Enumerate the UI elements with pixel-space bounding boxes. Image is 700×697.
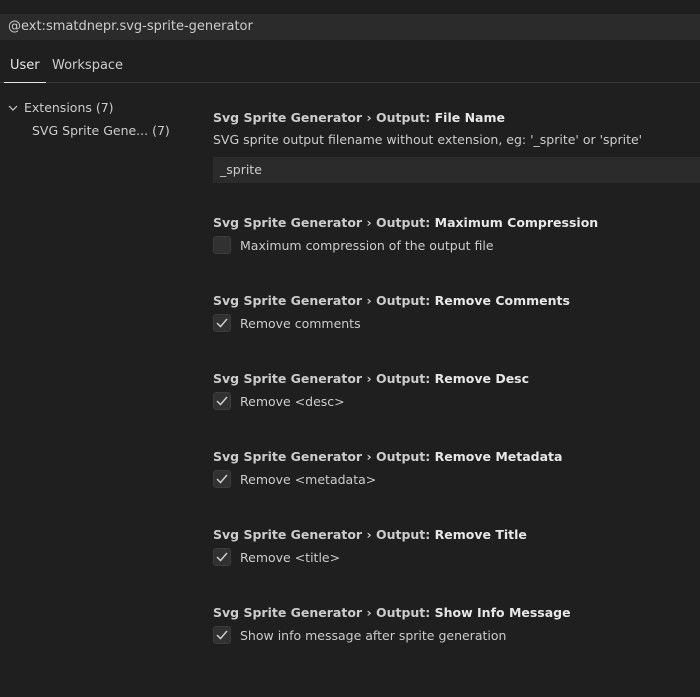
check-icon — [216, 630, 228, 640]
checkbox-label: Remove <metadata> — [240, 471, 377, 487]
setting-title: Svg Sprite Generator › Output: Remove Ti… — [213, 527, 527, 542]
chevron-down-icon — [8, 105, 18, 111]
setting-remove-metadata: Svg Sprite Generator › Output: Remove Me… — [213, 449, 700, 488]
setting-description: SVG sprite output filename without exten… — [213, 132, 643, 147]
settings-scope-tabs: User Workspace — [0, 52, 700, 83]
setting-title: Svg Sprite Generator › Output: Remove Me… — [213, 449, 563, 464]
toc-svg-sprite-generator[interactable]: SVG Sprite Gene... (7) — [32, 123, 170, 138]
remove-metadata-checkbox[interactable] — [213, 470, 231, 488]
checkbox-label: Remove comments — [240, 315, 361, 331]
setting-remove-desc: Svg Sprite Generator › Output: Remove De… — [213, 371, 700, 410]
checkbox-label: Remove <title> — [240, 549, 341, 565]
toc-extensions-group[interactable]: Extensions (7) — [8, 100, 114, 115]
remove-comments-checkbox[interactable] — [213, 314, 231, 332]
checkbox-label: Remove <desc> — [240, 393, 345, 409]
settings-search-bar[interactable] — [0, 14, 700, 40]
check-icon — [216, 318, 228, 328]
toc-extensions-label: Extensions (7) — [24, 100, 114, 115]
setting-title: Svg Sprite Generator › Output: Show Info… — [213, 605, 571, 620]
setting-remove-title: Svg Sprite Generator › Output: Remove Ti… — [213, 527, 700, 566]
remove-title-checkbox[interactable] — [213, 548, 231, 566]
setting-remove-comments: Svg Sprite Generator › Output: Remove Co… — [213, 293, 700, 332]
tab-user[interactable]: User — [4, 52, 46, 83]
tab-workspace[interactable]: Workspace — [52, 52, 123, 82]
setting-title: Svg Sprite Generator › Output: File Name — [213, 110, 505, 125]
checkbox-label: Maximum compression of the output file — [240, 237, 494, 253]
setting-maximum-compression: Svg Sprite Generator › Output: Maximum C… — [213, 215, 700, 254]
setting-title: Svg Sprite Generator › Output: Remove De… — [213, 371, 530, 386]
check-icon — [216, 552, 228, 562]
settings-search-input[interactable] — [8, 19, 688, 34]
show-info-message-checkbox[interactable] — [213, 626, 231, 644]
setting-show-info-message: Svg Sprite Generator › Output: Show Info… — [213, 605, 700, 644]
remove-desc-checkbox[interactable] — [213, 392, 231, 410]
setting-title: Svg Sprite Generator › Output: Remove Co… — [213, 293, 570, 308]
setting-title: Svg Sprite Generator › Output: Maximum C… — [213, 215, 599, 230]
check-icon — [216, 396, 228, 406]
setting-file-name: Svg Sprite Generator › Output: File Name… — [213, 110, 700, 183]
file-name-input[interactable]: _sprite — [213, 157, 700, 183]
maximum-compression-checkbox[interactable] — [213, 236, 231, 254]
check-icon — [216, 474, 228, 484]
checkbox-label: Show info message after sprite generatio… — [240, 627, 507, 643]
